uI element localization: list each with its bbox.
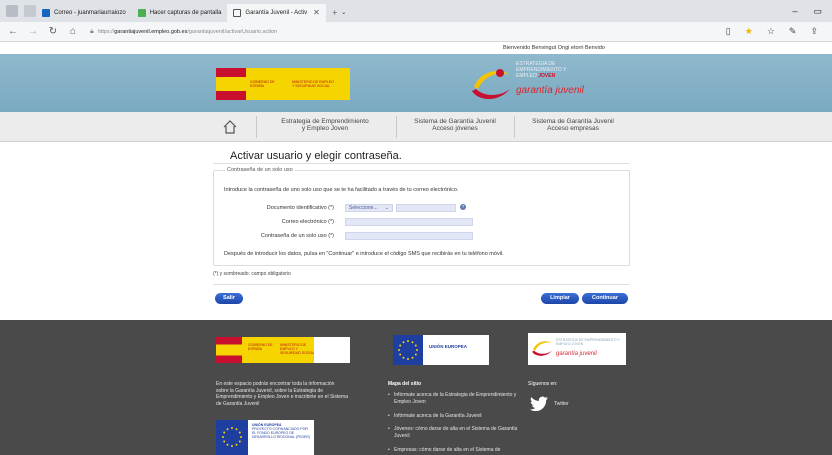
footer-gj-logo[interactable]: ESTRATEGIA DE EMPRENDIMIENTO Y EMPLEO JO… — [528, 333, 626, 365]
main-nav: Estrategia de Emprendimiento y Empleo Jov… — [0, 112, 832, 142]
gj-title: ESTRATEGIA DE EMPRENDIMIENTO Y EMPLEO JO… — [516, 61, 567, 79]
footer-gov-name: GOBIERNO DE ESPAÑA — [248, 343, 273, 351]
footer-eu-logo[interactable]: UNIÓN EUROPEA — [393, 335, 489, 365]
sitemap-title: Mapa del sitio — [388, 381, 422, 387]
page-icon — [137, 8, 146, 17]
language-bar: Bienvenido Benvingut Ongi etorri Benvido — [0, 42, 832, 54]
clear-button[interactable]: Limpiar — [541, 293, 579, 304]
otp-label: Contraseña de un solo uso (*) — [260, 233, 334, 239]
url-path: /garantiajuvenil/activarUsuario.action — [187, 28, 278, 35]
favorite-star-icon[interactable]: ★ — [745, 26, 753, 37]
eu-flag-icon — [393, 335, 423, 365]
url-prefix: https:// — [97, 28, 115, 35]
share-icon[interactable]: ⇪ — [810, 26, 818, 37]
fieldset-legend: Contraseña de un solo uso — [225, 167, 295, 173]
tab-garantia-juvenil[interactable]: Garantía Juvenil - Activ ✕ — [227, 3, 326, 22]
swoosh-icon — [532, 341, 552, 356]
email-label: Correo electrónico (*) — [281, 219, 334, 225]
tab-label: Garantía Juvenil - Activ — [245, 9, 308, 16]
required-note: (*) y sombreado: campo obligatorio — [213, 271, 291, 277]
coat-of-arms-icon — [216, 337, 242, 363]
back-icon[interactable]: ← — [6, 26, 20, 37]
document-type-select[interactable]: Seleccione... ⌄ — [345, 204, 393, 212]
nav-divider — [396, 116, 397, 138]
ministry-name: MINISTERIO DE EMPLEO Y SEGURIDAD SOCIAL — [292, 80, 334, 88]
chevron-down-icon[interactable]: ⌄ — [341, 9, 346, 16]
lock-icon: 🔒︎ — [90, 27, 94, 35]
close-tab-icon[interactable]: ✕ — [313, 8, 320, 17]
tab-mail[interactable]: Correo - juanmariaurraiozo — [36, 4, 132, 22]
nav-acceso-empresas[interactable]: Sistema de Garantía Juvenil Acceso empres… — [518, 118, 628, 132]
footer-gj-title: ESTRATEGIA DE EMPRENDIMIENTO Y EMPLEO JO… — [556, 338, 620, 346]
government-logo[interactable]: GOBIERNO DE ESPAÑA MINISTERIO DE EMPLEO … — [216, 68, 350, 100]
footer-link-garantia[interactable]: Infórmate acerca de la Garantía Juvenil — [388, 413, 528, 420]
twitter-icon[interactable] — [530, 396, 548, 412]
nav-acceso-jovenes[interactable]: Sistema de Garantía Juvenil Acceso jóvene… — [400, 118, 510, 132]
ministry-seal — [314, 337, 350, 363]
home-icon[interactable] — [222, 119, 238, 135]
tab-screenshots[interactable]: Hacer capturas de pantalla — [132, 4, 228, 22]
document-type-label: Documento identificativo (*) — [266, 205, 334, 211]
refresh-icon[interactable]: ↻ — [46, 26, 60, 37]
nav-divider — [514, 116, 515, 138]
pen-icon[interactable]: ✎ — [789, 26, 797, 37]
site-footer: GOBIERNO DE ESPAÑA MINISTERIO DE EMPLEO … — [0, 320, 832, 455]
site-header: GOBIERNO DE ESPAÑA MINISTERIO DE EMPLEO … — [0, 54, 832, 112]
divider — [213, 284, 630, 285]
footer-link-jovenes[interactable]: Jóvenes: cómo darse de alta en el Sistem… — [388, 426, 528, 439]
document-number-input[interactable] — [396, 204, 456, 212]
page-title: Activar usuario y elegir contraseña. — [230, 150, 402, 162]
minimize-icon[interactable]: – — [792, 6, 797, 17]
footer-ministry: MINISTERIO DE EMPLEO Y SEGURIDAD SOCIAL — [280, 343, 315, 355]
forward-icon[interactable]: → — [26, 26, 40, 37]
language-links[interactable]: Bienvenido Benvingut Ongi etorri Benvido — [503, 45, 605, 51]
eu-flag-icon — [216, 420, 248, 455]
set-aside-tabs-icon[interactable] — [24, 5, 36, 17]
otp-input[interactable] — [345, 232, 473, 240]
follow-us-label: Síguenos en: — [528, 381, 558, 387]
page-icon — [233, 8, 242, 17]
tab-label: Correo - juanmariaurraiozo — [54, 9, 126, 16]
feder-text: UNIÓN EUROPEA PROYECTO COFINANCIADO POR … — [252, 423, 311, 439]
url-host: garantiajuvenil.empleo.gob.es — [114, 28, 188, 35]
favorites-list-icon[interactable]: ☆ — [767, 26, 775, 37]
footer-intro: En este espacio podrás encontrar toda la… — [216, 381, 349, 407]
nav-divider — [256, 116, 257, 138]
garantia-juvenil-logo[interactable]: ESTRATEGIA DE EMPRENDIMIENTO Y EMPLEO JO… — [466, 59, 636, 107]
footer-government-logo[interactable]: GOBIERNO DE ESPAÑA MINISTERIO DE EMPLEO … — [216, 337, 350, 363]
home-icon[interactable]: ⌂ — [66, 26, 80, 37]
footer-feder-logo: UNIÓN EUROPEA PROYECTO COFINANCIADO POR … — [216, 420, 314, 455]
footer-link-estrategia[interactable]: Infórmate acerca de la Estrategia de Emp… — [388, 392, 528, 405]
reading-view-icon[interactable]: ▯ — [726, 26, 731, 37]
footer-gj-subtitle: garantía juvenil — [556, 351, 597, 357]
tab-actions-icon[interactable] — [6, 5, 18, 17]
form-after-text: Después de introducir los datos, pulsa e… — [224, 251, 504, 257]
exit-button[interactable]: Salir — [215, 293, 243, 304]
nav-estrategia[interactable]: Estrategia de Emprendimiento y Empleo Jov… — [260, 118, 390, 132]
footer-link-empresas[interactable]: Empresas: cómo darse de alta en el Siste… — [388, 447, 528, 454]
plus-icon: ＋ — [331, 11, 338, 17]
email-input[interactable] — [345, 218, 473, 226]
divider — [213, 163, 630, 164]
address-bar-row: ← → ↻ ⌂ 🔒︎ https://garantiajuvenil.emple… — [0, 22, 832, 42]
twitter-link[interactable]: Twitter — [554, 401, 569, 408]
url-field[interactable]: 🔒︎ https://garantiajuvenil.empleo.gob.es… — [90, 28, 277, 36]
coat-of-arms-icon — [216, 68, 246, 100]
chevron-down-icon: ⌄ — [384, 205, 389, 211]
eu-name: UNIÓN EUROPEA — [429, 344, 468, 349]
new-tab-button[interactable]: ＋ ⌄ — [326, 4, 352, 22]
maximize-icon[interactable]: ▭ — [813, 6, 822, 17]
continue-button[interactable]: Continuar — [582, 293, 628, 304]
form-intro: Introduce la contraseña de uno solo uso … — [224, 187, 459, 193]
tab-label: Hacer capturas de pantalla — [149, 9, 222, 16]
help-icon[interactable]: ? — [460, 204, 466, 210]
mail-icon — [42, 8, 50, 17]
gj-subtitle: garantía juvenil — [516, 85, 584, 96]
swoosh-icon — [472, 69, 510, 99]
browser-tab-bar: Correo - juanmariaurraiozo Hacer captura… — [0, 0, 832, 22]
gov-name: GOBIERNO DE ESPAÑA — [250, 80, 275, 88]
